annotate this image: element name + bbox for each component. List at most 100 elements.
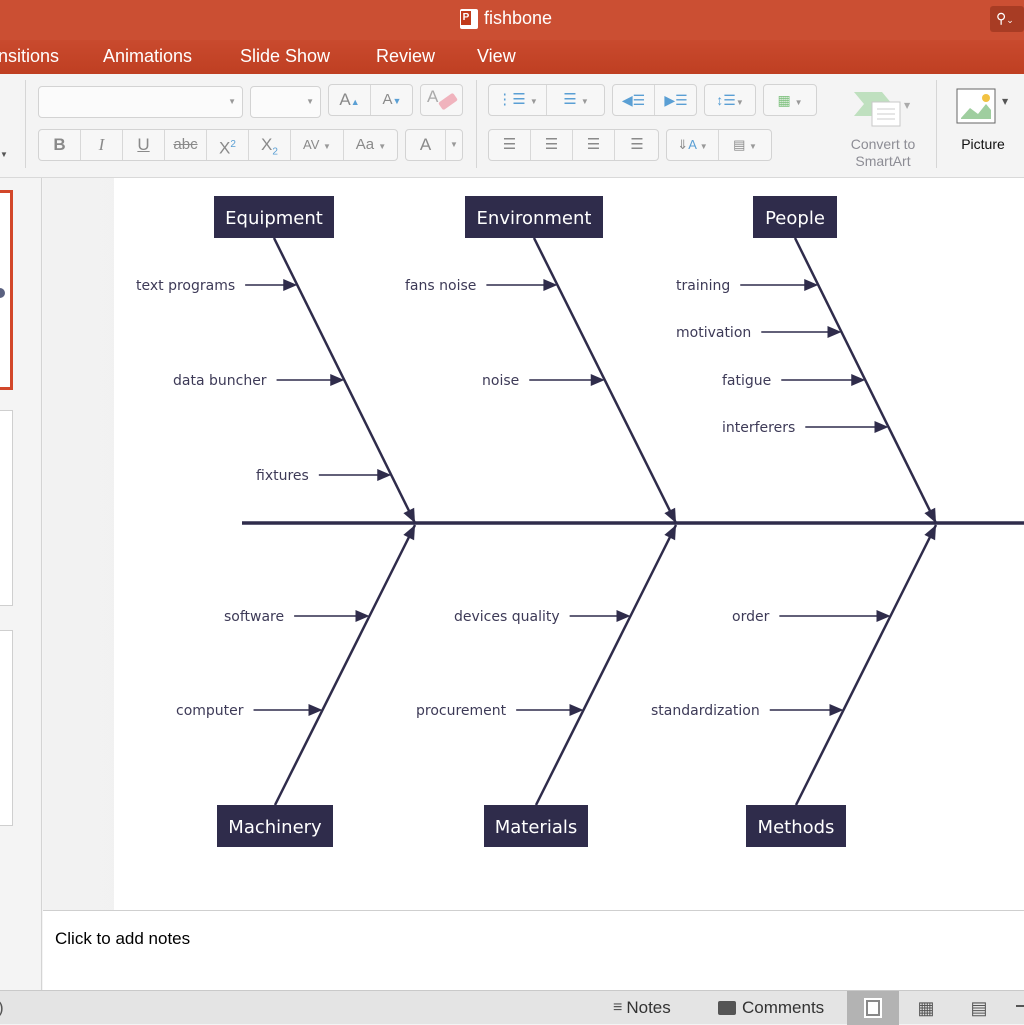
- cause-label: training: [676, 278, 730, 294]
- tab-animations[interactable]: Animations: [103, 46, 192, 67]
- cause-label: motivation: [676, 325, 751, 341]
- chevron-down-icon: ▼: [378, 142, 387, 151]
- chevron-down-icon: ▼: [450, 140, 458, 149]
- reading-view-button[interactable]: ▤: [953, 991, 1005, 1025]
- ribbon-tab-bar: nsitions Animations Slide Show Review Vi…: [0, 40, 1024, 74]
- italic-button[interactable]: I: [81, 130, 123, 160]
- align-center-button[interactable]: ☰: [531, 130, 573, 160]
- notes-placeholder[interactable]: Click to add notes: [55, 929, 190, 949]
- picture-button[interactable]: ▼ Picture: [948, 84, 1018, 164]
- comments-toggle-button[interactable]: Comments: [718, 998, 824, 1018]
- underline-button[interactable]: U: [123, 130, 165, 160]
- cause-label: procurement: [416, 703, 507, 719]
- zoom-slider[interactable]: [1016, 1005, 1024, 1007]
- font-color-button[interactable]: A ▼: [405, 129, 463, 161]
- chevron-down-icon: ▼: [306, 97, 314, 106]
- tab-review[interactable]: Review: [376, 46, 435, 67]
- convert-to-smartart-button[interactable]: ▼ Convert to SmartArt: [840, 84, 926, 174]
- clear-formatting-button[interactable]: A: [420, 84, 463, 116]
- powerpoint-file-icon: [460, 8, 478, 29]
- divider: [936, 80, 937, 168]
- slide-thumbnail[interactable]: [0, 630, 13, 826]
- align-text-button[interactable]: ▤ ▼: [719, 130, 771, 160]
- arrow-up-icon: ▲: [350, 97, 360, 107]
- category-label: Methods: [758, 817, 835, 838]
- bullet-list-icon: ⋮☰: [497, 91, 526, 108]
- chevron-down-icon: ▼: [529, 97, 538, 106]
- text-direction-button[interactable]: ⇓A ▼: [667, 130, 719, 160]
- chevron-down-icon: ▼: [323, 142, 331, 151]
- picture-icon: ▼: [956, 88, 1009, 124]
- cause-label: devices quality: [454, 609, 560, 625]
- font-name-select[interactable]: ▼: [38, 86, 243, 118]
- bold-button[interactable]: B: [39, 130, 81, 160]
- notes-toggle-label: Notes: [626, 998, 671, 1017]
- tab-view[interactable]: View: [477, 46, 516, 67]
- chevron-down-icon: ▼: [580, 97, 589, 106]
- decrease-font-size-button[interactable]: A▼: [371, 85, 413, 115]
- status-left-text: ): [0, 998, 4, 1018]
- comment-icon: [718, 1001, 736, 1015]
- character-spacing-button[interactable]: AV ▼: [291, 130, 344, 160]
- category-bone: [273, 524, 417, 806]
- strikethrough-button[interactable]: abc: [165, 130, 207, 160]
- decrease-font-label: A: [382, 91, 393, 108]
- cause-label: noise: [482, 373, 519, 389]
- tab-transitions[interactable]: nsitions: [0, 46, 59, 67]
- justify-button[interactable]: ☰: [615, 130, 659, 160]
- text-direction-icon: ⇓A: [677, 137, 697, 152]
- line-spacing-button[interactable]: ↕☰▼: [704, 84, 756, 116]
- align-left-icon: ☰: [502, 136, 517, 153]
- bullets-button[interactable]: ⋮☰ ▼: [489, 85, 547, 115]
- change-case-label: Aa: [355, 136, 375, 153]
- ribbon: ▼ ▼ ▼ A▲ A▼ A B I U abc X2 X2 AV ▼ Aa ▼ …: [0, 74, 1024, 178]
- category-bone: [534, 524, 678, 806]
- increase-font-size-button[interactable]: A▲: [329, 85, 371, 115]
- picture-label: Picture: [961, 136, 1005, 152]
- increase-indent-button[interactable]: ▶☰: [655, 85, 697, 115]
- chevron-down-icon: ▼: [228, 97, 236, 106]
- grid-view-icon: ▦: [917, 997, 935, 1018]
- notes-toggle-button[interactable]: ≡ Notes: [613, 998, 671, 1018]
- slide-thumbnail-selected[interactable]: [0, 190, 13, 390]
- slide-thumbnail[interactable]: [0, 410, 13, 606]
- decrease-indent-button[interactable]: ◀☰: [613, 85, 655, 115]
- chevron-down-icon: ▼: [699, 142, 708, 151]
- slide-thumbnails-panel[interactable]: [0, 178, 42, 990]
- chevron-down-icon: ▼: [735, 98, 744, 107]
- align-right-button[interactable]: ☰: [573, 130, 615, 160]
- convert-to-smartart-label: Convert to SmartArt: [850, 136, 916, 169]
- numbering-button[interactable]: ☰ ▼: [547, 85, 605, 115]
- increase-font-label: A: [339, 90, 351, 109]
- svg-text:▼: ▼: [1002, 97, 1009, 106]
- cause-label: text programs: [136, 278, 235, 294]
- change-case-button[interactable]: Aa ▼: [344, 130, 398, 160]
- fishbone-diagram: Equipment text programs data buncher fixtur…: [136, 196, 1024, 847]
- normal-view-button[interactable]: [847, 991, 899, 1025]
- search-button[interactable]: ⚲⌄: [990, 6, 1024, 32]
- slide-sorter-button[interactable]: ▦: [900, 991, 952, 1025]
- slide-canvas[interactable]: Equipment text programs data buncher fixtur…: [114, 178, 1024, 910]
- presenter-view-icon: ▤: [970, 997, 988, 1018]
- text-style-group: B I U abc X2 X2 AV ▼ Aa ▼: [38, 129, 398, 161]
- status-bar: ) ≡ Notes Comments ▦ ▤: [0, 990, 1024, 1025]
- align-center-icon: ☰: [544, 136, 559, 153]
- subscript-label: X: [261, 135, 273, 154]
- tab-slide-show[interactable]: Slide Show: [240, 46, 330, 67]
- font-size-select[interactable]: ▼: [250, 86, 321, 118]
- columns-button[interactable]: ▦ ▼: [763, 84, 817, 116]
- notes-pane[interactable]: Click to add notes: [43, 910, 1024, 990]
- align-left-button[interactable]: ☰: [489, 130, 531, 160]
- notes-icon: ≡: [613, 999, 623, 1016]
- subscript-button[interactable]: X2: [249, 130, 291, 160]
- chevron-down-icon[interactable]: ▼: [0, 150, 8, 159]
- chevron-down-icon: ▼: [794, 98, 803, 107]
- cause-label: data buncher: [173, 373, 267, 389]
- divider: [476, 80, 477, 168]
- cause-label: standardization: [651, 703, 760, 719]
- thumbnail-shape: [0, 288, 5, 298]
- comments-toggle-label: Comments: [742, 998, 825, 1017]
- superscript-button[interactable]: X2: [207, 130, 249, 160]
- category-label: People: [765, 208, 825, 229]
- cause-label: order: [732, 609, 770, 625]
